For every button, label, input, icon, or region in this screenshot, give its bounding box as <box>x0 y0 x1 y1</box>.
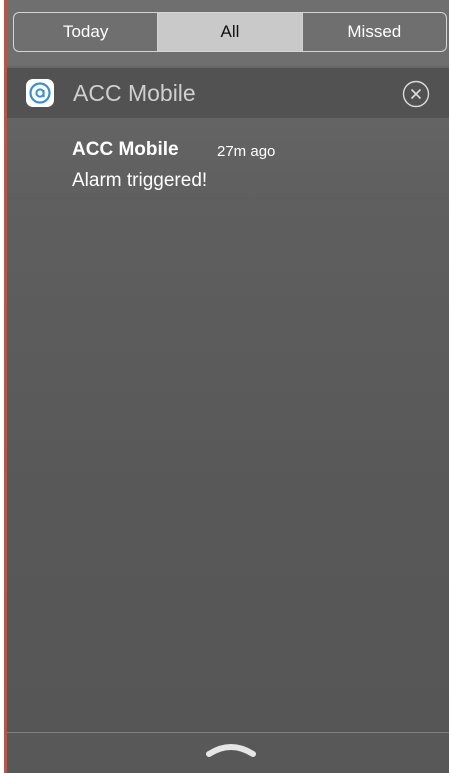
tab-today[interactable]: Today <box>14 13 159 51</box>
close-icon[interactable] <box>402 80 430 108</box>
notification-item[interactable]: ACC Mobile 27m ago Alarm triggered! <box>7 118 449 208</box>
acc-mobile-app-icon <box>26 79 54 107</box>
notification-title: ACC Mobile <box>72 139 179 160</box>
notification-time: 27m ago <box>217 143 276 160</box>
app-section-title: ACC Mobile <box>73 80 196 106</box>
app-section-header: ACC Mobile <box>7 68 449 118</box>
tab-missed[interactable]: Missed <box>303 13 446 51</box>
chevron-up-grabber-icon[interactable] <box>205 741 257 759</box>
bottom-handle-bar[interactable] <box>7 732 449 773</box>
notification-center: Today All Missed ACC Mobile ACC Mobile 2… <box>0 0 449 773</box>
segmented-control: Today All Missed <box>13 12 447 52</box>
notification-panel: Today All Missed ACC Mobile ACC Mobile 2… <box>7 0 449 773</box>
notification-message: Alarm triggered! <box>72 170 208 191</box>
tab-all[interactable]: All <box>158 13 303 51</box>
